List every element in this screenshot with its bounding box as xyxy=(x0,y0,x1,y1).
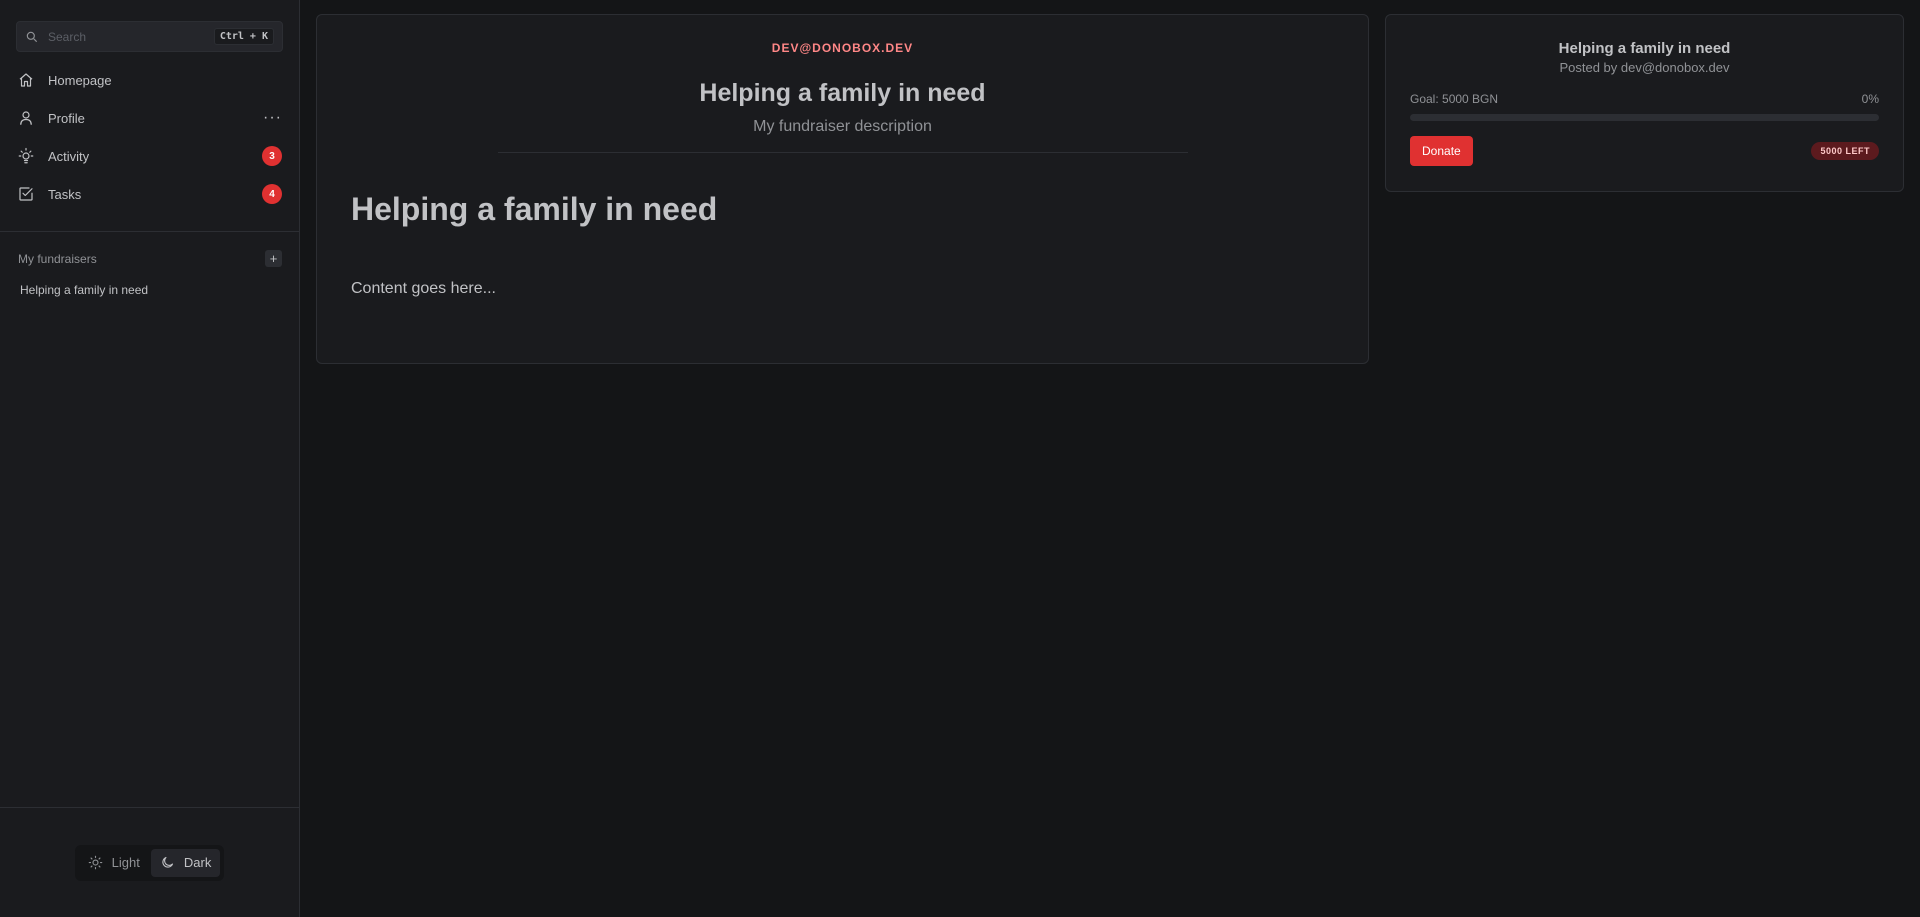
theme-light-label: Light xyxy=(111,855,140,870)
home-icon xyxy=(17,71,35,89)
content-heading: Helping a family in need xyxy=(351,191,718,227)
header-divider xyxy=(497,152,1188,153)
amount-left-badge: 5000 LEFT xyxy=(1811,142,1879,160)
donate-button[interactable]: Donate xyxy=(1410,136,1473,166)
sidebar-footer: Light Dark xyxy=(0,807,299,917)
nav-item-label: Activity xyxy=(48,148,90,164)
nav-item-homepage[interactable]: Homepage xyxy=(0,61,299,99)
goal-amount: Goal: 5000 BGN xyxy=(1410,92,1499,106)
nav-item-activity[interactable]: Activity 3 xyxy=(0,137,299,175)
fundraiser-link[interactable]: Helping a family in need xyxy=(0,283,299,297)
goal-progress-bar xyxy=(1410,114,1879,121)
fundraiser-article-card: DEV@DONOBOX.DEV Helping a family in need… xyxy=(316,14,1369,364)
more-dots-icon[interactable]: ··· xyxy=(263,110,282,126)
donation-card: Helping a family in need Posted by dev@d… xyxy=(1385,14,1904,192)
donation-card-title: Helping a family in need xyxy=(1558,40,1731,57)
theme-toggle: Light Dark xyxy=(74,844,225,881)
main-content: DEV@DONOBOX.DEV Helping a family in need… xyxy=(300,0,1920,917)
theme-light-option[interactable]: Light xyxy=(79,849,149,877)
goal-percent: 0% xyxy=(1861,92,1879,106)
app: Ctrl + K Homepage Profile ··· Activ xyxy=(0,0,1920,917)
sun-icon xyxy=(88,855,103,870)
checkbox-icon xyxy=(17,185,35,203)
fundraisers-section-header: My fundraisers + xyxy=(0,250,299,267)
user-icon xyxy=(17,109,35,127)
moon-icon xyxy=(160,855,175,870)
activity-count-badge: 3 xyxy=(262,146,282,166)
goal-row: Goal: 5000 BGN 0% xyxy=(1410,92,1879,106)
sidebar: Ctrl + K Homepage Profile ··· Activ xyxy=(0,0,300,917)
page-title: Helping a family in need xyxy=(699,79,986,107)
search-input[interactable] xyxy=(48,29,214,44)
main-nav: Homepage Profile ··· Activity 3 Tasks 4 xyxy=(0,61,299,213)
posted-by: Posted by dev@donobox.dev xyxy=(1559,60,1730,75)
search-shortcut: Ctrl + K xyxy=(213,28,274,45)
nav-item-label: Tasks xyxy=(48,186,82,202)
nav-item-label: Homepage xyxy=(48,72,112,88)
add-fundraiser-button[interactable]: + xyxy=(265,250,282,267)
nav-item-profile[interactable]: Profile ··· xyxy=(0,99,299,137)
nav-item-label: Profile xyxy=(48,110,85,126)
content-text: Content goes here... xyxy=(351,280,496,297)
page-subtitle: My fundraiser description xyxy=(753,118,932,135)
tasks-count-badge: 4 xyxy=(262,184,282,204)
theme-dark-label: Dark xyxy=(183,855,212,870)
author-email[interactable]: DEV@DONOBOX.DEV xyxy=(317,41,1368,55)
search-box[interactable]: Ctrl + K xyxy=(16,21,283,52)
search-icon xyxy=(25,30,39,44)
nav-item-tasks[interactable]: Tasks 4 xyxy=(0,175,299,213)
sidebar-divider xyxy=(0,231,299,232)
bulb-icon xyxy=(17,147,35,165)
donation-actions: Donate 5000 LEFT xyxy=(1410,136,1879,166)
theme-dark-option[interactable]: Dark xyxy=(150,848,221,877)
section-title: My fundraisers xyxy=(18,251,97,266)
